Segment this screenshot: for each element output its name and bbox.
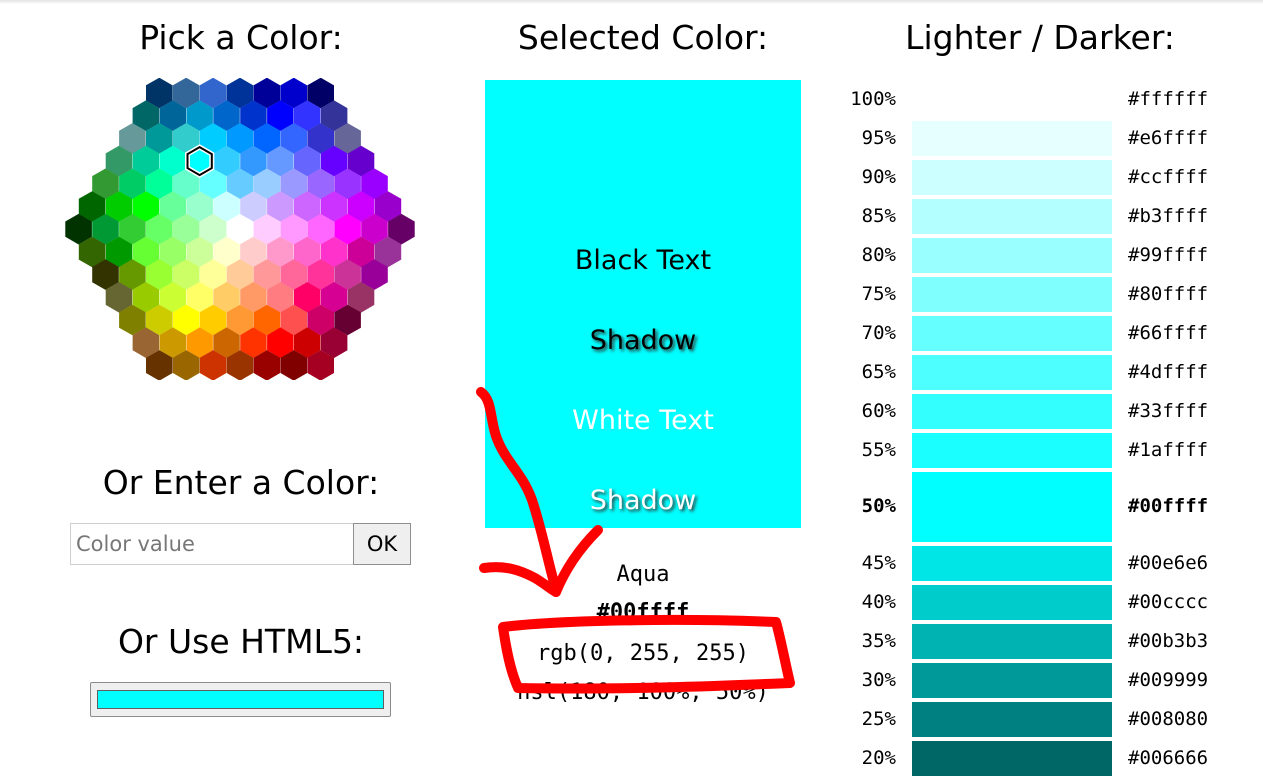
preview-black-shadow-text: Shadow — [589, 325, 697, 356]
shade-row[interactable]: 75% #80ffff — [840, 275, 1263, 314]
shade-percent: 75% — [861, 282, 896, 305]
enter-color-heading: Or Enter a Color: — [102, 463, 380, 502]
shade-hex: #e6ffff — [1128, 126, 1209, 149]
shade-swatch[interactable] — [912, 355, 1112, 390]
shade-swatch[interactable] — [912, 585, 1112, 620]
shade-hex: #00e6e6 — [1128, 551, 1209, 574]
shade-percent: 35% — [861, 629, 896, 652]
shade-percent: 85% — [861, 204, 896, 227]
shade-percent: 100% — [850, 87, 896, 110]
color-name: Aqua — [616, 562, 670, 587]
shade-swatch[interactable] — [912, 472, 1112, 542]
shade-row[interactable]: 20% #006666 — [840, 739, 1263, 778]
pick-color-heading: Pick a Color: — [139, 18, 343, 57]
shade-percent: 45% — [861, 551, 896, 574]
shade-swatch[interactable] — [912, 160, 1112, 195]
shade-hex: #b3ffff — [1128, 204, 1209, 227]
shade-percent: 20% — [861, 746, 896, 769]
shade-hex: #ffffff — [1128, 87, 1209, 110]
shade-row[interactable]: 60% #33ffff — [840, 392, 1263, 431]
shade-row[interactable]: 70% #66ffff — [840, 314, 1263, 353]
shade-row[interactable]: 50% #00ffff — [840, 470, 1263, 544]
shade-hex: #006666 — [1128, 746, 1209, 769]
ok-button[interactable]: OK — [353, 523, 411, 565]
shade-swatch[interactable] — [912, 277, 1112, 312]
shade-percent: 70% — [861, 321, 896, 344]
shade-swatch[interactable] — [912, 394, 1112, 429]
lighter-darker-heading: Lighter / Darker: — [905, 18, 1175, 57]
shade-row[interactable]: 30% #009999 — [840, 661, 1263, 700]
shade-hex: #00cccc — [1128, 590, 1209, 613]
preview-black-text: Black Text — [574, 245, 712, 276]
selected-color-heading: Selected Color: — [517, 18, 769, 57]
top-border — [0, 0, 1263, 4]
color-value-input[interactable] — [70, 523, 354, 565]
shade-swatch[interactable] — [912, 546, 1112, 581]
shade-hex: #00ffff — [1128, 495, 1209, 517]
shade-hex: #1affff — [1128, 438, 1209, 461]
shade-row[interactable]: 25% #008080 — [840, 700, 1263, 739]
shade-hex: #4dffff — [1128, 360, 1209, 383]
shade-swatch[interactable] — [912, 702, 1112, 737]
shade-hex: #80ffff — [1128, 282, 1209, 305]
shade-percent: 55% — [861, 438, 896, 461]
shade-swatch[interactable] — [912, 433, 1112, 468]
shade-row[interactable]: 35% #00b3b3 — [840, 622, 1263, 661]
shade-row[interactable]: 55% #1affff — [840, 431, 1263, 470]
shade-hex: #99ffff — [1128, 243, 1209, 266]
shade-swatch[interactable] — [912, 121, 1112, 156]
shade-row[interactable]: 85% #b3ffff — [840, 197, 1263, 236]
shade-swatch[interactable] — [912, 741, 1112, 776]
color-rgb-value: rgb(0, 255, 255) — [537, 641, 749, 666]
shade-hex: #33ffff — [1128, 399, 1209, 422]
shade-swatch[interactable] — [912, 316, 1112, 351]
shade-swatch[interactable] — [912, 199, 1112, 234]
shade-hex: #008080 — [1128, 707, 1209, 730]
shade-swatch[interactable] — [912, 624, 1112, 659]
shade-percent: 60% — [861, 399, 896, 422]
shade-row[interactable]: 40% #00cccc — [840, 583, 1263, 622]
shade-percent: 30% — [861, 668, 896, 691]
shade-percent: 25% — [861, 707, 896, 730]
shade-row[interactable]: 95% #e6ffff — [840, 119, 1263, 158]
html5-heading: Or Use HTML5: — [117, 622, 365, 661]
shade-hex: #009999 — [1128, 668, 1209, 691]
shade-swatch[interactable] — [912, 663, 1112, 698]
shade-hex: #66ffff — [1128, 321, 1209, 344]
annotation-arrow-head-left — [479, 562, 561, 597]
hex-color-picker[interactable] — [60, 78, 420, 380]
shade-swatch[interactable] — [912, 238, 1112, 273]
shade-percent: 40% — [861, 590, 896, 613]
color-hsl-value: hsl(180, 100%, 50%) — [517, 680, 769, 705]
html5-color-input[interactable] — [90, 682, 391, 717]
shade-percent: 95% — [861, 126, 896, 149]
shade-row[interactable]: 45% #00e6e6 — [840, 544, 1263, 583]
annotation-arrow-head-right — [551, 525, 603, 597]
shade-percent: 80% — [861, 243, 896, 266]
shade-percent: 65% — [861, 360, 896, 383]
shade-row[interactable]: 100% #ffffff — [840, 80, 1263, 119]
selected-color-preview: Black Text Shadow White Text Shadow — [485, 80, 801, 528]
preview-white-text: White Text — [572, 405, 714, 436]
preview-white-shadow-text: Shadow — [589, 485, 697, 516]
shade-percent: 90% — [861, 165, 896, 188]
shade-hex: #00b3b3 — [1128, 629, 1209, 652]
shade-percent: 50% — [861, 495, 896, 517]
shade-swatch[interactable] — [912, 82, 1112, 117]
html5-color-swatch — [97, 690, 384, 709]
shade-row[interactable]: 65% #4dffff — [840, 353, 1263, 392]
color-hex-value: #00ffff — [596, 600, 690, 625]
shade-row[interactable]: 90% #ccffff — [840, 158, 1263, 197]
shade-row[interactable]: 80% #99ffff — [840, 236, 1263, 275]
shade-hex: #ccffff — [1128, 165, 1209, 188]
